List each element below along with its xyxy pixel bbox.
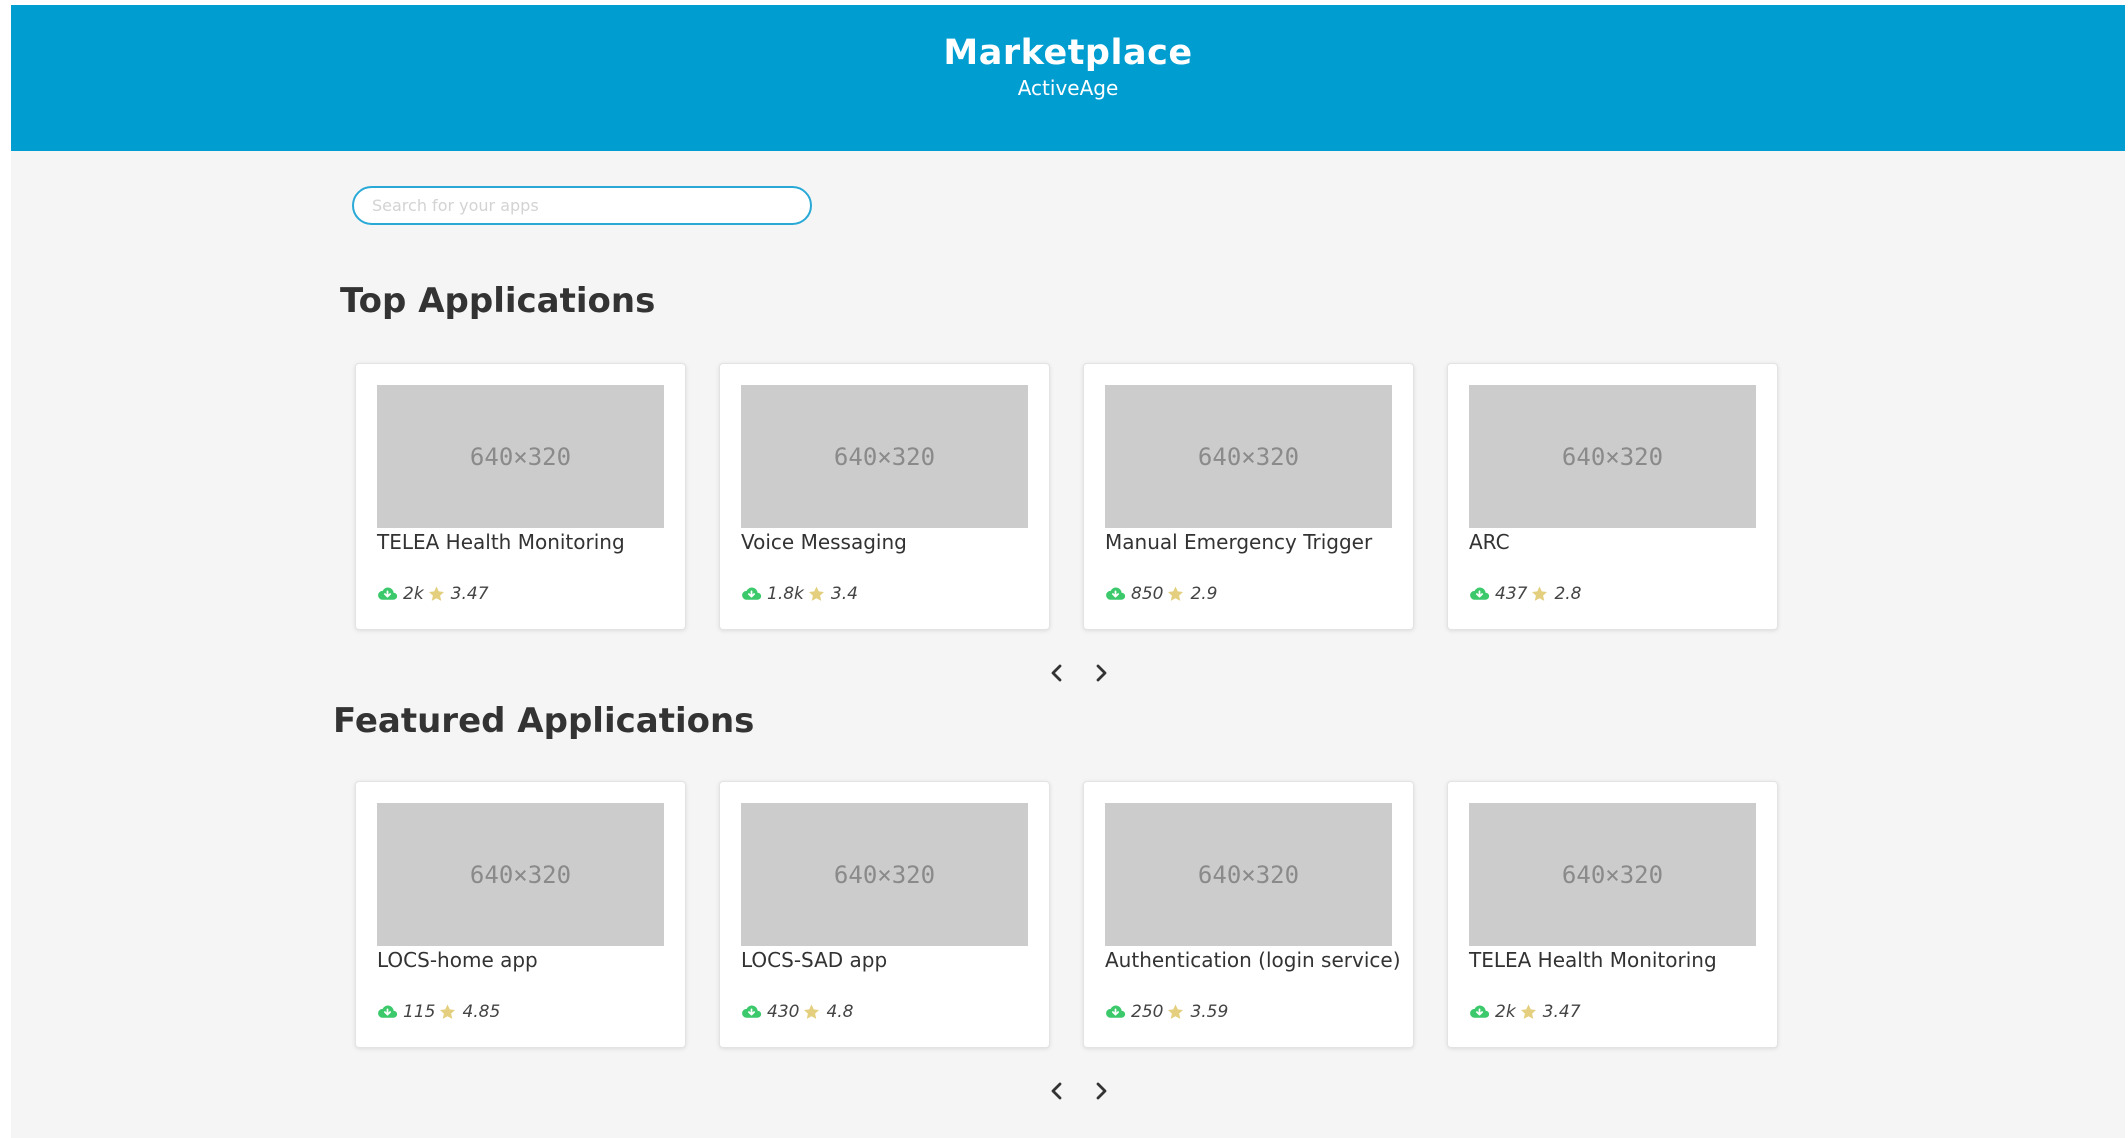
header-banner: Marketplace ActiveAge: [11, 5, 2125, 151]
cloud-download-icon: [1106, 1005, 1126, 1018]
app-name: Authentication (login service): [1105, 948, 1401, 972]
app-thumbnail: 640×320: [1105, 803, 1392, 946]
cloud-download-icon: [378, 1005, 398, 1018]
app-card[interactable]: 640×320 LOCS-SAD app 430 4.8: [719, 781, 1050, 1048]
app-card[interactable]: 640×320 TELEA Health Monitoring 2k 3.47: [1447, 781, 1778, 1048]
section-title-featured-applications: Featured Applications: [333, 701, 755, 741]
rating-value: 2.9: [1190, 584, 1218, 604]
app-stats: 1.8k 3.4: [741, 584, 858, 604]
section-title-top-applications: Top Applications: [340, 281, 656, 321]
star-icon: [804, 1004, 820, 1019]
carousel-next-button[interactable]: [1091, 661, 1111, 685]
thumbnail-placeholder-label: 640×320: [469, 442, 572, 471]
star-icon: [428, 586, 444, 601]
cloud-download-icon: [742, 587, 762, 600]
cloud-download-icon: [1106, 587, 1126, 600]
download-count: 2k: [1495, 1002, 1516, 1022]
top-applications-pager: [1047, 661, 1107, 685]
chevron-left-icon: [1051, 1082, 1062, 1100]
carousel-prev-button[interactable]: [1047, 661, 1067, 685]
app-name: TELEA Health Monitoring: [1469, 948, 1717, 972]
chevron-right-icon: [1096, 664, 1107, 682]
page-title: Marketplace: [943, 33, 1193, 73]
app-name: TELEA Health Monitoring: [377, 530, 625, 554]
app-stats: 437 2.8: [1469, 584, 1582, 604]
app-thumbnail: 640×320: [741, 803, 1028, 946]
page-subtitle: ActiveAge: [1017, 76, 1119, 100]
featured-applications-carousel: 640×320 LOCS-home app 115 4.85 640×320 L…: [355, 781, 1790, 1048]
rating-value: 3.4: [830, 584, 858, 604]
app-stats: 850 2.9: [1105, 584, 1218, 604]
star-icon: [808, 586, 824, 601]
cloud-download-icon: [1470, 587, 1490, 600]
search-input[interactable]: [352, 186, 812, 225]
download-count: 437: [1495, 584, 1528, 604]
star-icon: [1532, 586, 1548, 601]
app-thumbnail: 640×320: [1469, 385, 1756, 528]
cloud-download-icon: [378, 587, 398, 600]
download-count: 850: [1131, 584, 1164, 604]
carousel-next-button[interactable]: [1091, 1079, 1111, 1103]
app-name: Voice Messaging: [741, 530, 907, 554]
app-stats: 2k 3.47: [1469, 1002, 1581, 1022]
app-stats: 430 4.8: [741, 1002, 854, 1022]
app-thumbnail: 640×320: [377, 803, 664, 946]
app-card[interactable]: 640×320 Voice Messaging 1.8k 3.4: [719, 363, 1050, 630]
rating-value: 3.59: [1190, 1002, 1229, 1022]
app-name: LOCS-SAD app: [741, 948, 888, 972]
rating-value: 3.47: [1542, 1002, 1581, 1022]
thumbnail-placeholder-label: 640×320: [1197, 860, 1300, 889]
thumbnail-placeholder-label: 640×320: [833, 860, 936, 889]
download-count: 250: [1131, 1002, 1164, 1022]
page: Marketplace ActiveAge Top Applications 6…: [11, 5, 2125, 1138]
app-name: ARC: [1469, 530, 1510, 554]
app-thumbnail: 640×320: [1469, 803, 1756, 946]
star-icon: [1168, 586, 1184, 601]
app-name: Manual Emergency Trigger: [1105, 530, 1373, 554]
app-card[interactable]: 640×320 Manual Emergency Trigger 850 2.9: [1083, 363, 1414, 630]
rating-value: 2.8: [1554, 584, 1582, 604]
top-applications-carousel: 640×320 TELEA Health Monitoring 2k 3.47 …: [355, 363, 1790, 630]
app-card[interactable]: 640×320 ARC 437 2.8: [1447, 363, 1778, 630]
cloud-download-icon: [742, 1005, 762, 1018]
thumbnail-placeholder-label: 640×320: [469, 860, 572, 889]
app-thumbnail: 640×320: [1105, 385, 1392, 528]
star-icon: [1520, 1004, 1536, 1019]
download-count: 1.8k: [767, 584, 804, 604]
app-stats: 115 4.85: [377, 1002, 500, 1022]
chevron-left-icon: [1051, 664, 1062, 682]
download-count: 115: [403, 1002, 436, 1022]
rating-value: 4.85: [462, 1002, 501, 1022]
app-thumbnail: 640×320: [741, 385, 1028, 528]
thumbnail-placeholder-label: 640×320: [833, 442, 936, 471]
rating-value: 3.47: [450, 584, 489, 604]
app-card[interactable]: 640×320 TELEA Health Monitoring 2k 3.47: [355, 363, 686, 630]
thumbnail-placeholder-label: 640×320: [1197, 442, 1300, 471]
cloud-download-icon: [1470, 1005, 1490, 1018]
download-count: 430: [767, 1002, 800, 1022]
star-icon: [1168, 1004, 1184, 1019]
thumbnail-placeholder-label: 640×320: [1561, 860, 1664, 889]
carousel-prev-button[interactable]: [1047, 1079, 1067, 1103]
app-card[interactable]: 640×320 Authentication (login service) 2…: [1083, 781, 1414, 1048]
rating-value: 4.8: [826, 1002, 854, 1022]
app-thumbnail: 640×320: [377, 385, 664, 528]
featured-applications-pager: [1047, 1079, 1107, 1103]
app-card[interactable]: 640×320 LOCS-home app 115 4.85: [355, 781, 686, 1048]
chevron-right-icon: [1096, 1082, 1107, 1100]
download-count: 2k: [403, 584, 424, 604]
thumbnail-placeholder-label: 640×320: [1561, 442, 1664, 471]
app-stats: 250 3.59: [1105, 1002, 1228, 1022]
star-icon: [440, 1004, 456, 1019]
app-name: LOCS-home app: [377, 948, 538, 972]
app-stats: 2k 3.47: [377, 584, 489, 604]
